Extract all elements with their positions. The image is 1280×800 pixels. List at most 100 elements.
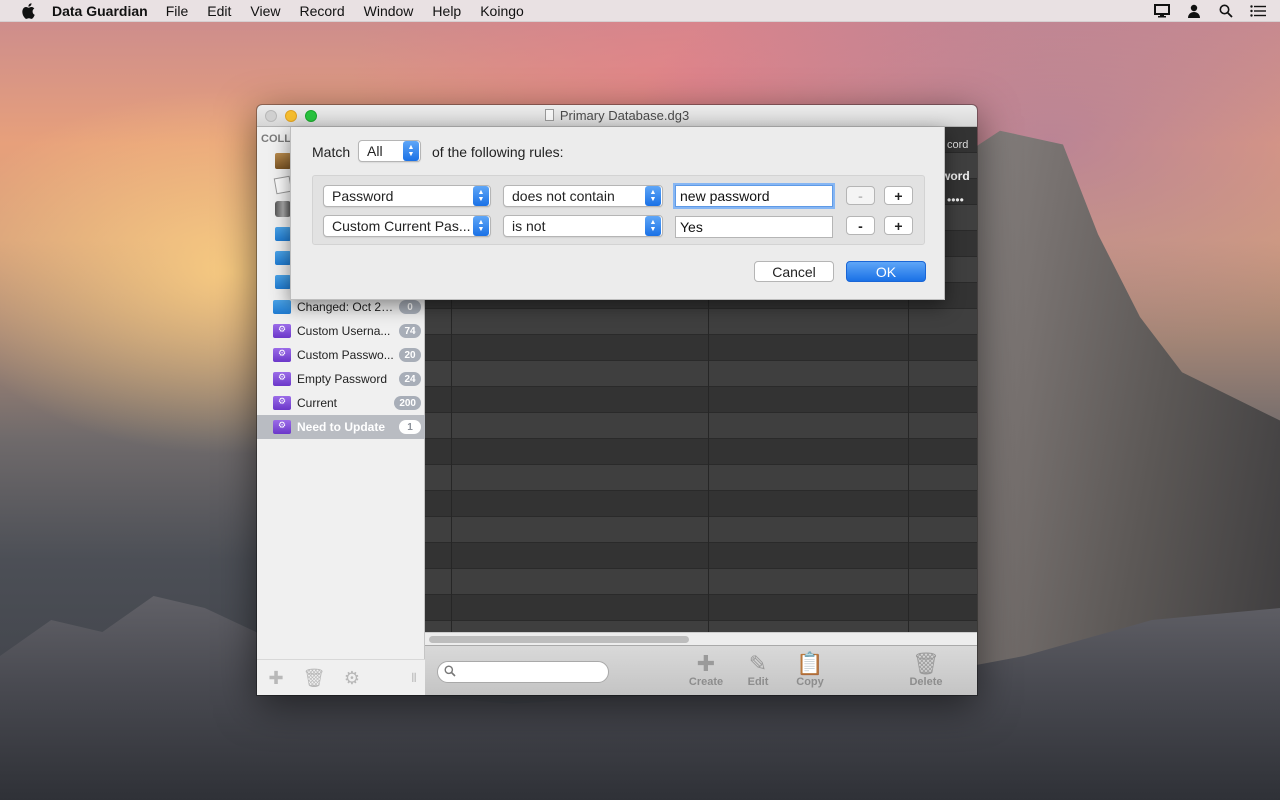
popup-arrows-icon: ▲ ▼ xyxy=(645,216,661,236)
copy-button[interactable]: 📋 Copy xyxy=(780,652,840,692)
rule-field-value: Custom Current Pas... xyxy=(332,218,471,234)
table-row[interactable] xyxy=(425,491,977,517)
horizontal-scrollbar[interactable] xyxy=(425,632,977,645)
smart-folder-icon xyxy=(273,324,291,338)
rule-value-field[interactable]: new password xyxy=(675,185,833,207)
create-button[interactable]: ✚ Create xyxy=(676,652,736,692)
rule-value-field[interactable]: Yes xyxy=(675,216,833,238)
rule-operator-value: does not contain xyxy=(512,188,615,204)
popup-arrows-icon: ▲ ▼ xyxy=(473,186,489,206)
table-row[interactable] xyxy=(425,543,977,569)
window-title: Primary Database.dg3 xyxy=(257,108,977,123)
search-input[interactable] xyxy=(437,661,609,683)
rule-field-popup[interactable]: Custom Current Pas... ▲ ▼ xyxy=(323,215,491,237)
edit-label: Edit xyxy=(747,676,769,688)
table-row[interactable] xyxy=(425,309,977,335)
apple-menu-icon[interactable] xyxy=(18,0,38,22)
records-toolbar: ✚ Create ✎ Edit 📋 Copy 🗑 Delete xyxy=(425,645,977,695)
match-value: All xyxy=(367,143,383,159)
cancel-button[interactable]: Cancel xyxy=(754,261,834,282)
archive-icon[interactable] xyxy=(275,153,291,169)
spotlight-search-icon[interactable] xyxy=(1218,3,1234,19)
menu-help[interactable]: Help xyxy=(432,3,461,19)
user-icon[interactable] xyxy=(1186,3,1202,19)
table-row[interactable] xyxy=(425,439,977,465)
sidebar-toolbar: ✚ 🗑 ⚙ ⦀ xyxy=(257,659,425,695)
column-header-record[interactable]: cord xyxy=(947,139,968,151)
rule-field-popup[interactable]: Password ▲ ▼ xyxy=(323,185,491,207)
table-row[interactable] xyxy=(425,465,977,491)
add-rule-button[interactable]: + xyxy=(884,186,913,205)
create-label: Create xyxy=(688,676,724,688)
menu-file[interactable]: File xyxy=(166,3,189,19)
table-row[interactable] xyxy=(425,387,977,413)
folder-icon xyxy=(273,300,291,314)
folder-icon[interactable] xyxy=(275,227,291,241)
folder-icon[interactable] xyxy=(275,275,291,289)
sidebar-item-label: Empty Password xyxy=(297,372,388,386)
remove-rule-button[interactable]: - xyxy=(846,186,875,205)
sidebar-header: COLL xyxy=(261,133,291,145)
menu-bar: Data Guardian File Edit View Record Wind… xyxy=(0,0,1280,22)
menu-edit[interactable]: Edit xyxy=(207,3,231,19)
rule-operator-popup[interactable]: does not contain ▲ ▼ xyxy=(503,185,663,207)
clipboard-icon: 📋 xyxy=(796,651,824,676)
popup-arrows-icon: ▲ ▼ xyxy=(403,141,419,161)
trash-can-icon[interactable] xyxy=(275,201,291,217)
sidebar-item-label: Custom Userna... xyxy=(297,324,391,338)
rules-sheet: Match All ▲ ▼ of the following rules: Pas… xyxy=(290,127,945,300)
table-row[interactable] xyxy=(425,413,977,439)
match-popup[interactable]: All ▲ ▼ xyxy=(358,140,421,162)
table-row[interactable] xyxy=(425,595,977,621)
sidebar-item-custom-username[interactable]: Custom Userna... 74 xyxy=(257,319,425,343)
table-row[interactable] xyxy=(425,569,977,595)
document-icon xyxy=(544,109,554,121)
search-icon xyxy=(444,665,456,680)
remove-rule-button[interactable]: - xyxy=(846,216,875,235)
copy-label: Copy xyxy=(796,676,824,688)
folder-icon[interactable] xyxy=(275,251,291,265)
delete-button[interactable]: 🗑 Delete xyxy=(896,652,956,692)
window-titlebar[interactable]: Primary Database.dg3 xyxy=(257,105,977,127)
pencil-icon: ✎ xyxy=(748,651,768,676)
count-badge: 74 xyxy=(399,324,421,338)
password-mask: •••• xyxy=(947,193,964,207)
smart-folder-icon xyxy=(273,348,291,362)
table-row[interactable] xyxy=(425,517,977,543)
rule-field-value: Password xyxy=(332,188,394,204)
count-badge: 1 xyxy=(399,420,421,434)
delete-collection-icon[interactable]: 🗑 xyxy=(301,668,327,688)
sidebar-item-custom-password[interactable]: Custom Passwo... 20 xyxy=(257,343,425,367)
resize-handle-icon[interactable]: ⦀ xyxy=(401,668,427,688)
rule-operator-popup[interactable]: is not ▲ ▼ xyxy=(503,215,663,237)
sidebar-item-current[interactable]: Current 200 xyxy=(257,391,425,415)
gear-icon[interactable]: ⚙ xyxy=(339,668,365,688)
count-badge: 24 xyxy=(399,372,421,386)
notification-center-icon[interactable] xyxy=(1250,3,1266,19)
rule-operator-value: is not xyxy=(512,218,546,234)
scrollbar-thumb[interactable] xyxy=(429,636,689,643)
column-header-password[interactable]: word xyxy=(941,169,970,183)
add-collection-icon[interactable]: ✚ xyxy=(263,668,289,688)
table-row[interactable] xyxy=(425,335,977,361)
sidebar-item-need-to-update[interactable]: Need to Update 1 xyxy=(257,415,425,439)
menu-view[interactable]: View xyxy=(250,3,280,19)
count-badge: 0 xyxy=(399,300,421,314)
add-rule-button[interactable]: + xyxy=(884,216,913,235)
count-badge: 200 xyxy=(394,396,421,410)
table-row[interactable] xyxy=(425,361,977,387)
sidebar-item-empty-password[interactable]: Empty Password 24 xyxy=(257,367,425,391)
trash-icon: 🗑 xyxy=(912,651,940,676)
menu-koingo[interactable]: Koingo xyxy=(480,3,524,19)
menu-record[interactable]: Record xyxy=(299,3,344,19)
app-name-menu[interactable]: Data Guardian xyxy=(52,3,148,19)
edit-button[interactable]: ✎ Edit xyxy=(728,652,788,692)
match-suffix: of the following rules: xyxy=(432,144,564,160)
sidebar-item-label: Current xyxy=(297,396,338,410)
display-icon[interactable] xyxy=(1154,3,1170,19)
ok-button[interactable]: OK xyxy=(846,261,926,282)
smart-folder-icon xyxy=(273,420,291,434)
delete-label: Delete xyxy=(909,676,943,688)
sidebar-item-label: Changed: Oct 25,... xyxy=(297,300,399,314)
menu-window[interactable]: Window xyxy=(364,3,414,19)
